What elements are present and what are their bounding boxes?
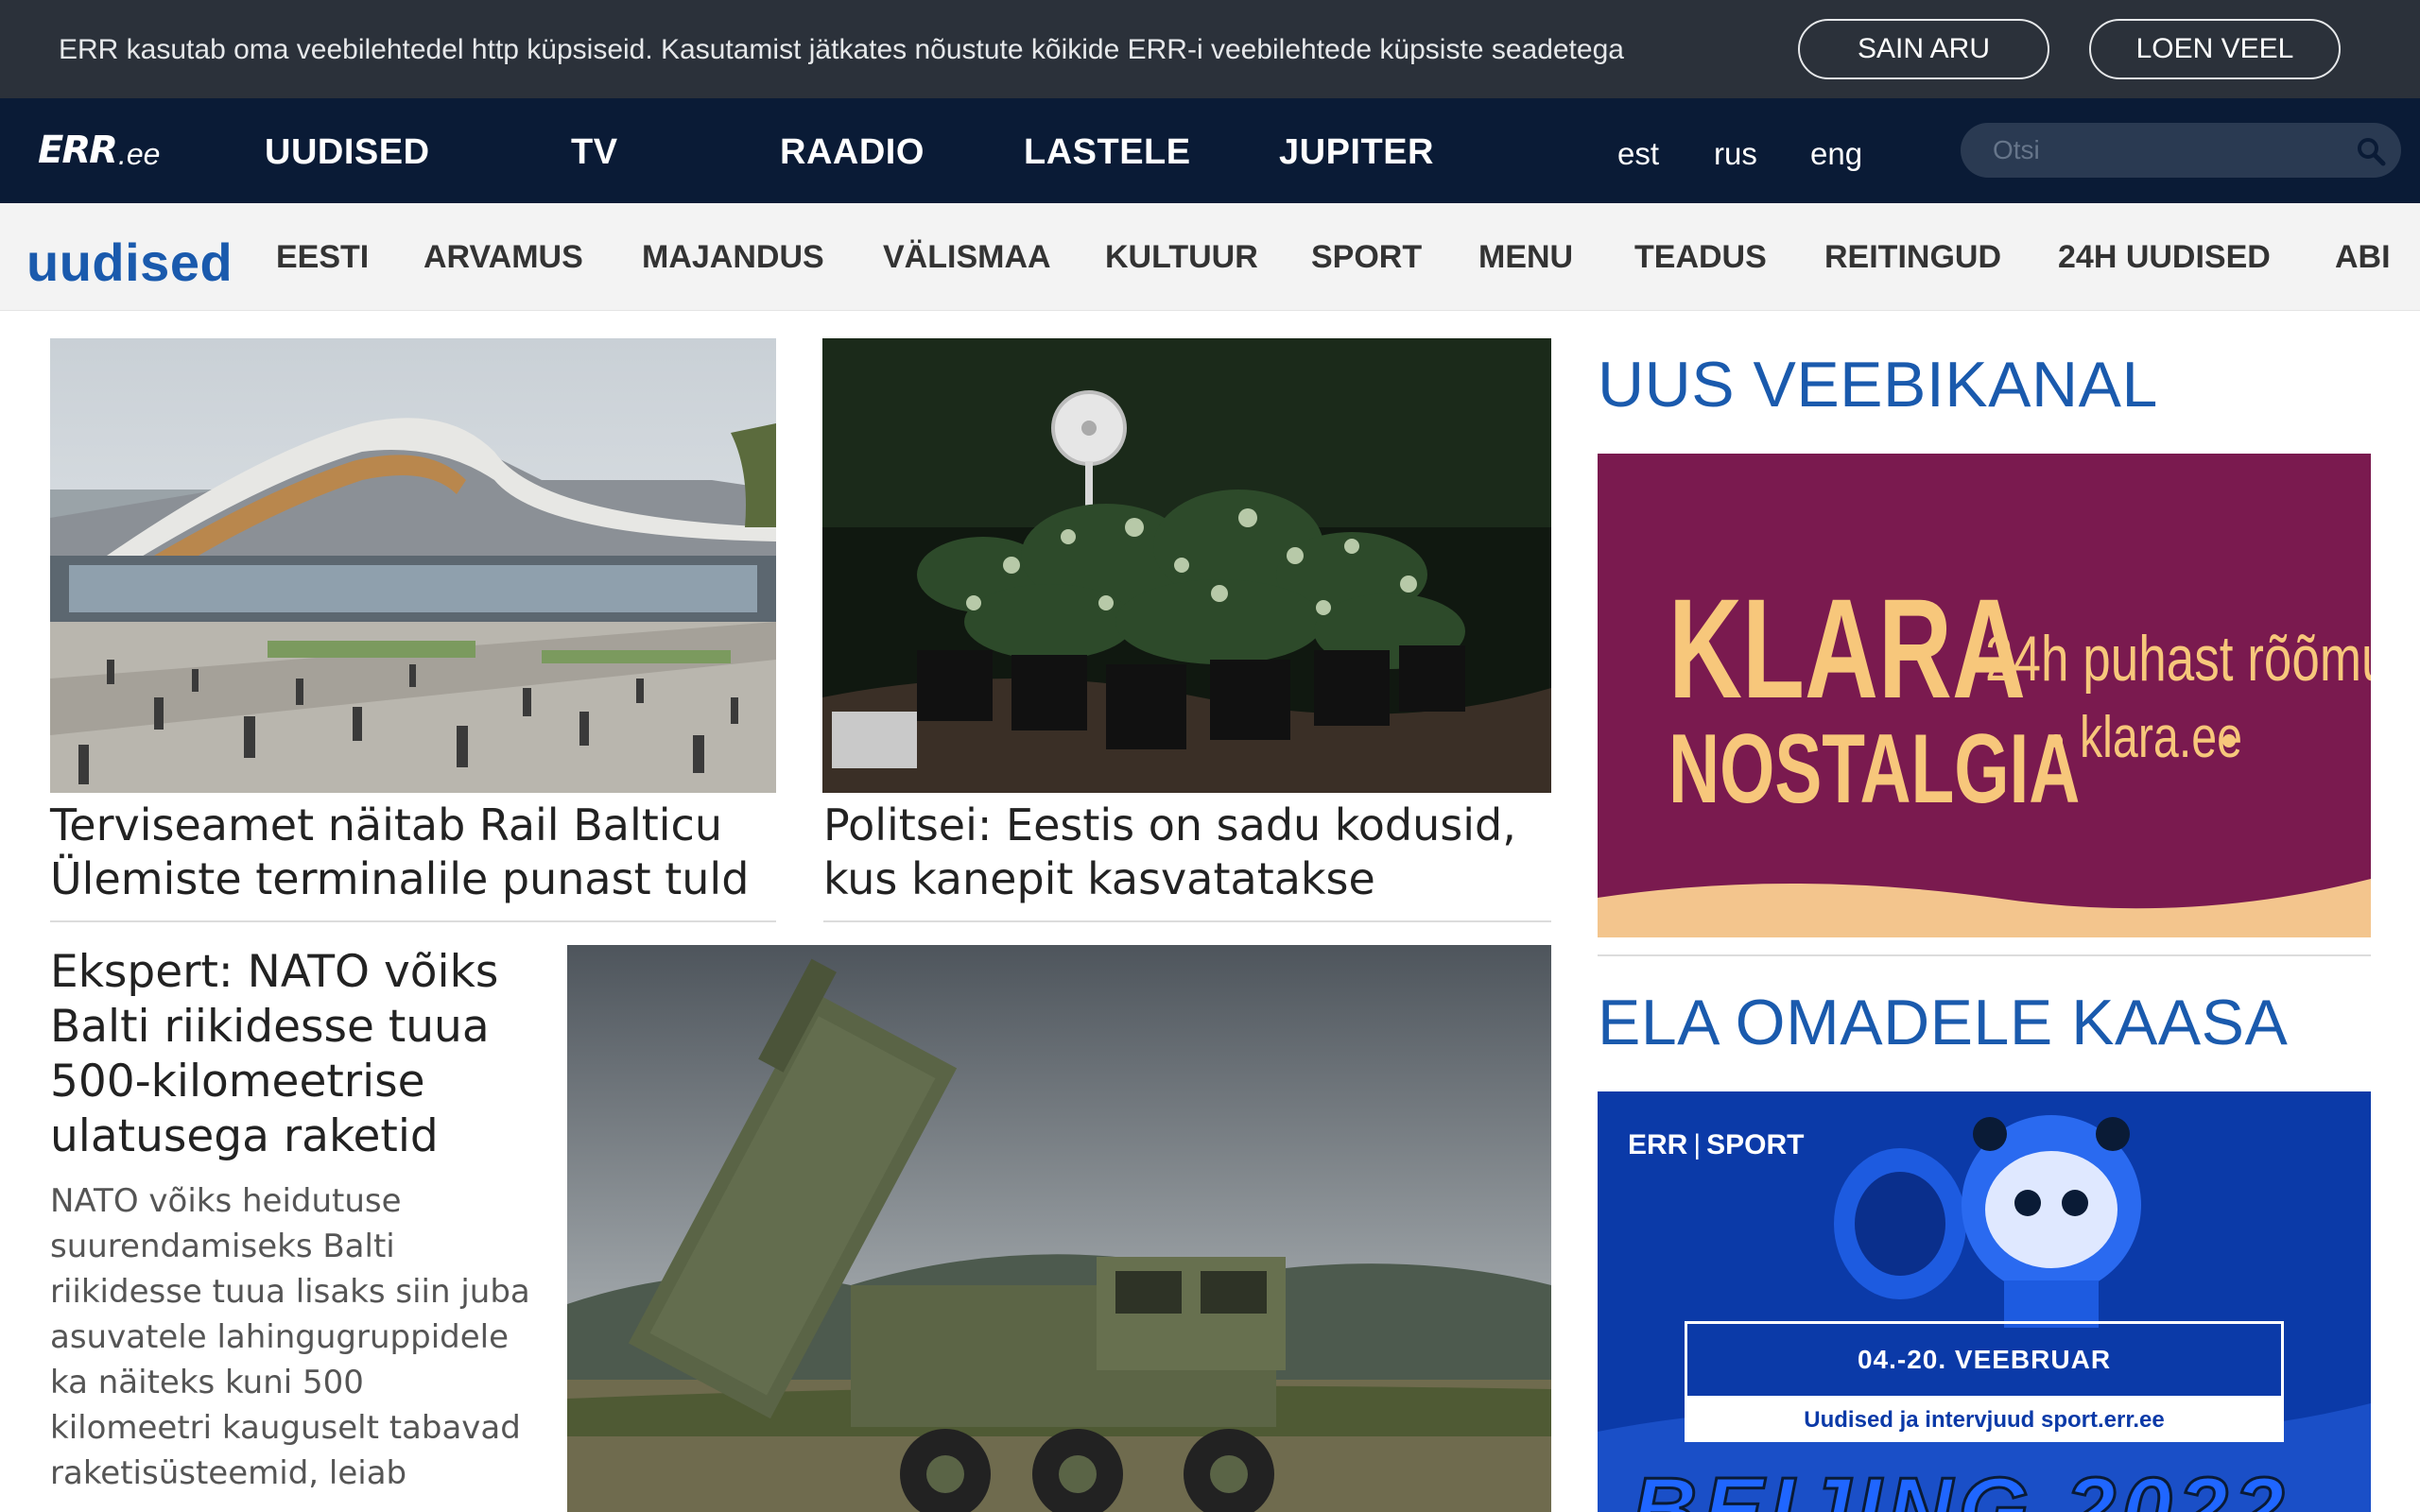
article-image-terminal[interactable]	[50, 338, 776, 793]
logo-suffix: .ee	[117, 137, 161, 171]
cannabis-photo	[822, 338, 1551, 793]
sidebar-heading-new-channel: UUS VEEBIKANAL	[1598, 349, 2158, 421]
title-line: Terviseamet näitab Rail Balticu	[50, 799, 723, 850]
subnav-reitingud[interactable]: REITINGUD	[1824, 239, 2001, 276]
beijing-banner-title: BEIJING 2022	[1632, 1465, 2350, 1512]
beijing-event-text: BEIJING 2022	[1632, 1465, 2350, 1512]
divider	[1598, 954, 2371, 956]
section-navigation: uudised EESTI ARVAMUS MAJANDUS VÄLISMAA …	[0, 203, 2420, 311]
article-image-cannabis[interactable]	[822, 338, 1551, 793]
search-input[interactable]	[1961, 123, 2401, 178]
nav-item-jupiter[interactable]: JUPITER	[1279, 132, 1434, 173]
subnav-valismaa[interactable]: VÄLISMAA	[883, 239, 1051, 276]
nav-item-tv[interactable]: TV	[571, 132, 618, 173]
article-title-rail-baltic[interactable]: Terviseamet näitab Rail Balticu Ülemiste…	[50, 799, 787, 906]
title-line: Balti riikidesse tuua	[50, 1001, 490, 1053]
klara-nostalgia-banner[interactable]: KLARA NOSTALGIA 24h puhast rõõmu! klara.…	[1598, 454, 2371, 937]
subnav-eesti[interactable]: EESTI	[276, 239, 369, 276]
title-line: kus kanepit kasvatatakse	[823, 853, 1375, 904]
title-line: Politsei: Eestis on sadu kodusid,	[823, 799, 1516, 850]
klara-decoration	[1598, 734, 2371, 937]
subnav-arvamus[interactable]: ARVAMUS	[424, 239, 583, 276]
main-navigation: ERR .ee UUDISED TV RAADIO LASTELE JUPITE…	[0, 98, 2420, 203]
section-title[interactable]: uudised	[26, 232, 233, 293]
err-sport-logo: ERR | SPORT	[1628, 1129, 1805, 1160]
title-line: Ekspert: NATO võiks	[50, 946, 499, 998]
title-line: 500-kilomeetrise	[50, 1056, 425, 1108]
nav-item-lastele[interactable]: LASTELE	[1024, 132, 1191, 173]
nav-item-uudised[interactable]: UUDISED	[265, 132, 430, 173]
language-eng[interactable]: eng	[1810, 136, 1862, 172]
cookie-agree-button[interactable]: SAIN ARU	[1798, 19, 2049, 79]
sidebar-heading-follow: ELA OMADELE KAASA	[1598, 987, 2289, 1058]
divider	[50, 920, 776, 922]
subnav-24h-uudised[interactable]: 24H UUDISED	[2058, 239, 2271, 276]
article-title-nato[interactable]: Ekspert: NATO võiks Balti riikidesse tuu…	[50, 945, 542, 1164]
cookie-message: ERR kasutab oma veebilehtedel http küpsi…	[59, 34, 1624, 65]
subnav-sport[interactable]: SPORT	[1311, 239, 1422, 276]
subnav-kultuur[interactable]: KULTUUR	[1105, 239, 1258, 276]
terminal-illustration	[50, 338, 776, 793]
cookie-read-more-button[interactable]: LOEN VEEL	[2089, 19, 2341, 79]
article-summary-nato: NATO võiks heidutuse suurendamiseks Balt…	[50, 1182, 530, 1492]
subnav-teadus[interactable]: TEADUS	[1634, 239, 1767, 276]
subnav-menu[interactable]: MENU	[1478, 239, 1573, 276]
subnav-majandus[interactable]: MAJANDUS	[642, 239, 824, 276]
err-sport-section: SPORT	[1706, 1129, 1805, 1160]
olympics-subtitle: Uudised ja intervjuud sport.err.ee	[1804, 1407, 2165, 1433]
search-icon[interactable]	[2356, 136, 2386, 166]
subnav-abi[interactable]: ABI	[2335, 239, 2391, 276]
logo-mark: ERR	[38, 129, 118, 172]
err-sport-brand: ERR	[1628, 1129, 1688, 1160]
nav-item-raadio[interactable]: RAADIO	[780, 132, 925, 173]
olympics-dates: 04.-20. VEEBRUAR	[1857, 1345, 2112, 1374]
title-line: Ülemiste terminalile punast tuld	[50, 853, 750, 904]
language-rus[interactable]: rus	[1714, 136, 1757, 172]
err-sport-beijing-banner[interactable]: ERR | SPORT 04.-20. VEEBRUAR Uudised ja in…	[1598, 1091, 2371, 1512]
err-logo[interactable]: ERR .ee	[38, 129, 161, 172]
article-image-himars[interactable]	[567, 945, 1551, 1512]
himars-photo	[567, 945, 1551, 1512]
article-title-cannabis[interactable]: Politsei: Eestis on sadu kodusid, kus ka…	[823, 799, 1561, 906]
language-est[interactable]: est	[1617, 136, 1659, 172]
cookie-banner: ERR kasutab oma veebilehtedel http küpsi…	[0, 0, 2420, 98]
title-line: ulatusega raketid	[50, 1110, 439, 1162]
divider	[823, 920, 1551, 922]
